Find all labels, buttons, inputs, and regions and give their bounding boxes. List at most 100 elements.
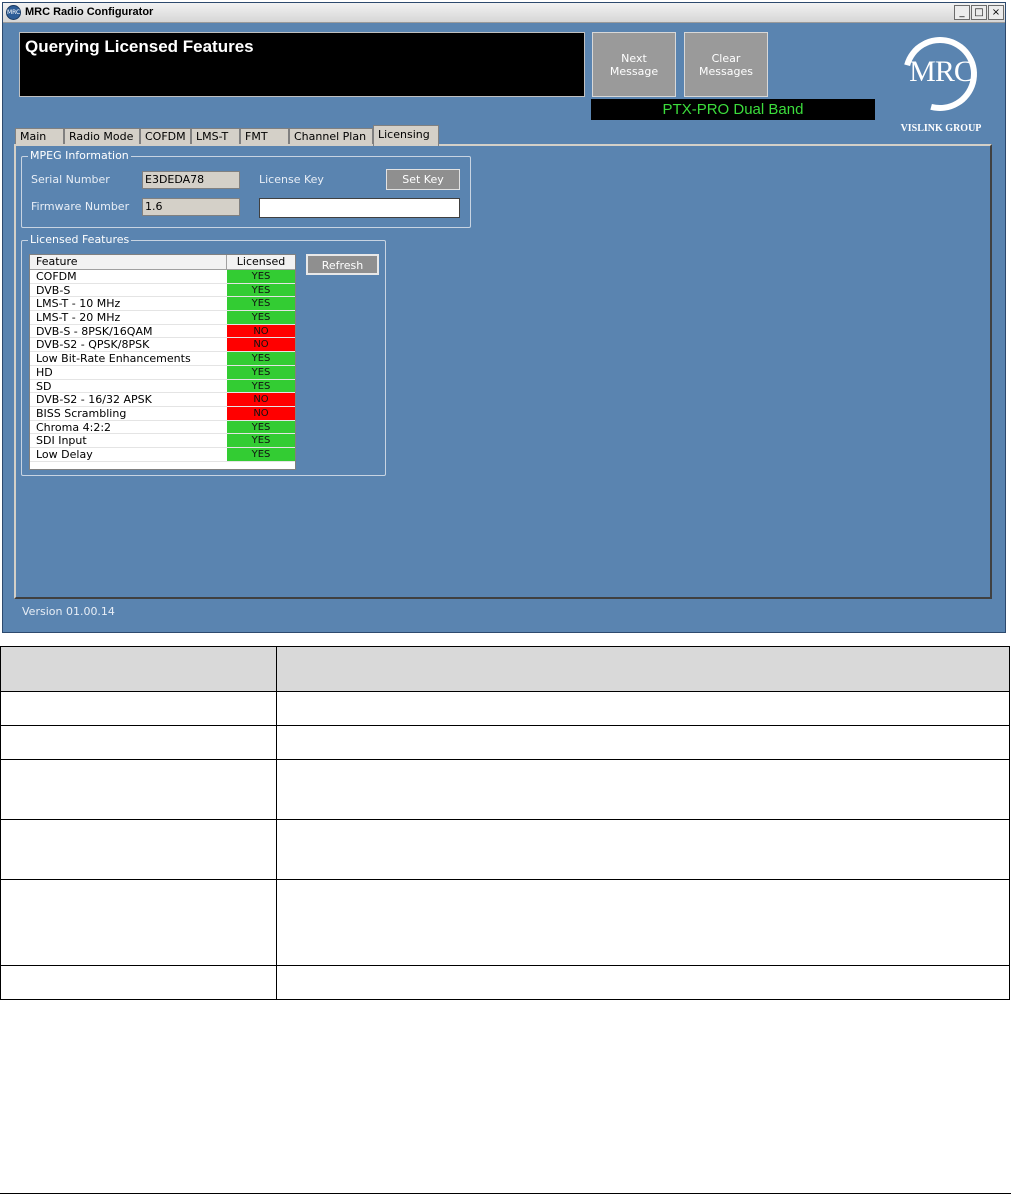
table-header: Feature Licensed — [30, 255, 295, 270]
logo-text: MRC — [909, 55, 974, 88]
set-key-button[interactable]: Set Key — [386, 169, 460, 190]
table-row — [0, 725, 1011, 760]
table-row[interactable]: Low Bit-Rate Enhancements YES — [30, 352, 295, 366]
feature-name: HD — [36, 365, 53, 379]
license-status-badge: YES — [227, 352, 295, 365]
next-message-button[interactable]: Next Message — [592, 32, 676, 97]
table-row[interactable]: SDI Input YES — [30, 434, 295, 448]
table-cell — [275, 879, 1011, 966]
table-header-cell — [275, 646, 1011, 692]
table-cell — [275, 965, 1011, 1000]
feature-name: SDI Input — [36, 434, 87, 448]
status-message: Querying Licensed Features — [25, 37, 254, 56]
table-cell — [0, 759, 277, 820]
licensing-panel: MPEG Information Serial Number E3DEDA78 … — [14, 144, 992, 599]
application-window: MRC MRC Radio Configurator _ □ × Queryin… — [2, 2, 1006, 633]
license-status-badge: NO — [227, 338, 295, 352]
license-key-label: License Key — [259, 173, 324, 186]
table-cell — [275, 691, 1011, 726]
logo-subtext: VISLINK GROUP — [900, 123, 982, 134]
licensed-features-title: Licensed Features — [28, 233, 132, 246]
mpeg-information-title: MPEG Information — [28, 149, 131, 162]
table-row[interactable]: COFDM YES — [30, 270, 295, 284]
table-row — [0, 965, 1011, 1000]
table-row — [0, 759, 1011, 820]
license-status-badge: NO — [227, 324, 295, 338]
window-title: MRC Radio Configurator — [25, 6, 154, 18]
feature-name: LMS-T - 20 MHz — [36, 311, 121, 325]
table-row[interactable]: LMS-T - 10 MHz YES — [30, 297, 295, 312]
feature-name: DVB-S — [36, 283, 71, 297]
license-status-badge: NO — [227, 406, 295, 420]
license-status-badge: YES — [227, 447, 295, 461]
mpeg-information-group: MPEG Information Serial Number E3DEDA78 … — [21, 149, 471, 228]
close-button[interactable]: × — [988, 5, 1004, 20]
feature-name: Low Bit-Rate Enhancements — [36, 352, 191, 366]
license-status-badge: YES — [227, 297, 295, 311]
license-status-badge: YES — [227, 434, 295, 447]
table-row[interactable]: DVB-S2 - 16/32 APSK NO — [30, 393, 295, 407]
license-status-badge: YES — [227, 311, 295, 324]
mrc-logo: MRC VISLINK GROUP — [881, 23, 1001, 141]
feature-name: DVB-S2 - 16/32 APSK — [36, 393, 152, 407]
table-cell — [275, 819, 1011, 880]
license-key-input[interactable] — [259, 198, 460, 218]
table-body: COFDM YES DVB-S YES LMS-T - 10 MHz YES LMS-T -… — [30, 270, 295, 462]
serial-number-value: E3DEDA78 — [142, 171, 240, 189]
table-header-cell — [0, 646, 277, 692]
maximize-button[interactable]: □ — [971, 5, 987, 20]
license-status-badge: YES — [227, 365, 295, 379]
table-row[interactable]: DVB-S2 - QPSK/8PSK NO — [30, 338, 295, 353]
table-cell — [0, 691, 277, 726]
table-cell — [0, 965, 277, 1000]
licensed-features-group: Licensed Features Feature Licensed COFDM… — [21, 233, 386, 476]
table-row[interactable]: DVB-S YES — [30, 283, 295, 298]
table-row[interactable]: HD YES — [30, 365, 295, 380]
feature-name: DVB-S2 - QPSK/8PSK — [36, 338, 150, 352]
table-row — [0, 819, 1011, 880]
table-row[interactable]: BISS Scrambling NO — [30, 406, 295, 421]
tab-licensing[interactable]: Licensing — [373, 125, 439, 146]
message-display: Querying Licensed Features — [19, 32, 585, 97]
app-logo-icon: MRC — [6, 5, 21, 20]
table-cell — [275, 759, 1011, 820]
feature-name: SD — [36, 379, 52, 393]
feature-name: Low Delay — [36, 447, 93, 461]
feature-name: DVB-S - 8PSK/16QAM — [36, 324, 153, 338]
table-row — [0, 691, 1011, 726]
feature-column-header[interactable]: Feature — [30, 255, 227, 269]
license-status-badge: NO — [227, 393, 295, 406]
feature-name: COFDM — [36, 270, 77, 283]
table-row[interactable]: Chroma 4:2:2 YES — [30, 420, 295, 435]
license-status-badge: YES — [227, 420, 295, 434]
table-row — [0, 879, 1011, 966]
licensed-features-table[interactable]: Feature Licensed COFDM YES DVB-S YES LMS-T -… — [29, 254, 296, 470]
firmware-number-label: Firmware Number — [31, 200, 130, 213]
table-header-row — [0, 646, 1011, 692]
licensed-column-header[interactable]: Licensed — [227, 255, 295, 269]
feature-name: BISS Scrambling — [36, 406, 127, 420]
license-status-badge: YES — [227, 270, 295, 283]
table-cell — [0, 879, 277, 966]
table-cell — [0, 819, 277, 880]
serial-number-label: Serial Number — [31, 173, 110, 186]
device-model-label: PTX-PRO Dual Band — [591, 99, 875, 120]
table-row[interactable]: SD YES — [30, 379, 295, 394]
document-table — [0, 646, 1011, 1000]
license-status-badge: YES — [227, 283, 295, 297]
feature-name: LMS-T - 10 MHz — [36, 297, 121, 311]
table-cell — [0, 725, 277, 760]
title-bar[interactable]: MRC MRC Radio Configurator _ □ × — [3, 3, 1005, 23]
version-label: Version 01.00.14 — [22, 605, 115, 618]
refresh-button[interactable]: Refresh — [306, 254, 379, 275]
page-footer-rule — [0, 1193, 1011, 1194]
table-cell — [275, 725, 1011, 760]
table-row[interactable]: Low Delay YES — [30, 447, 295, 462]
table-row[interactable]: DVB-S - 8PSK/16QAM NO — [30, 324, 295, 339]
feature-name: Chroma 4:2:2 — [36, 420, 112, 434]
clear-messages-button[interactable]: Clear Messages — [684, 32, 768, 97]
table-row[interactable]: LMS-T - 20 MHz YES — [30, 311, 295, 325]
license-status-badge: YES — [227, 379, 295, 393]
firmware-number-value: 1.6 — [142, 198, 240, 216]
minimize-button[interactable]: _ — [954, 5, 970, 20]
